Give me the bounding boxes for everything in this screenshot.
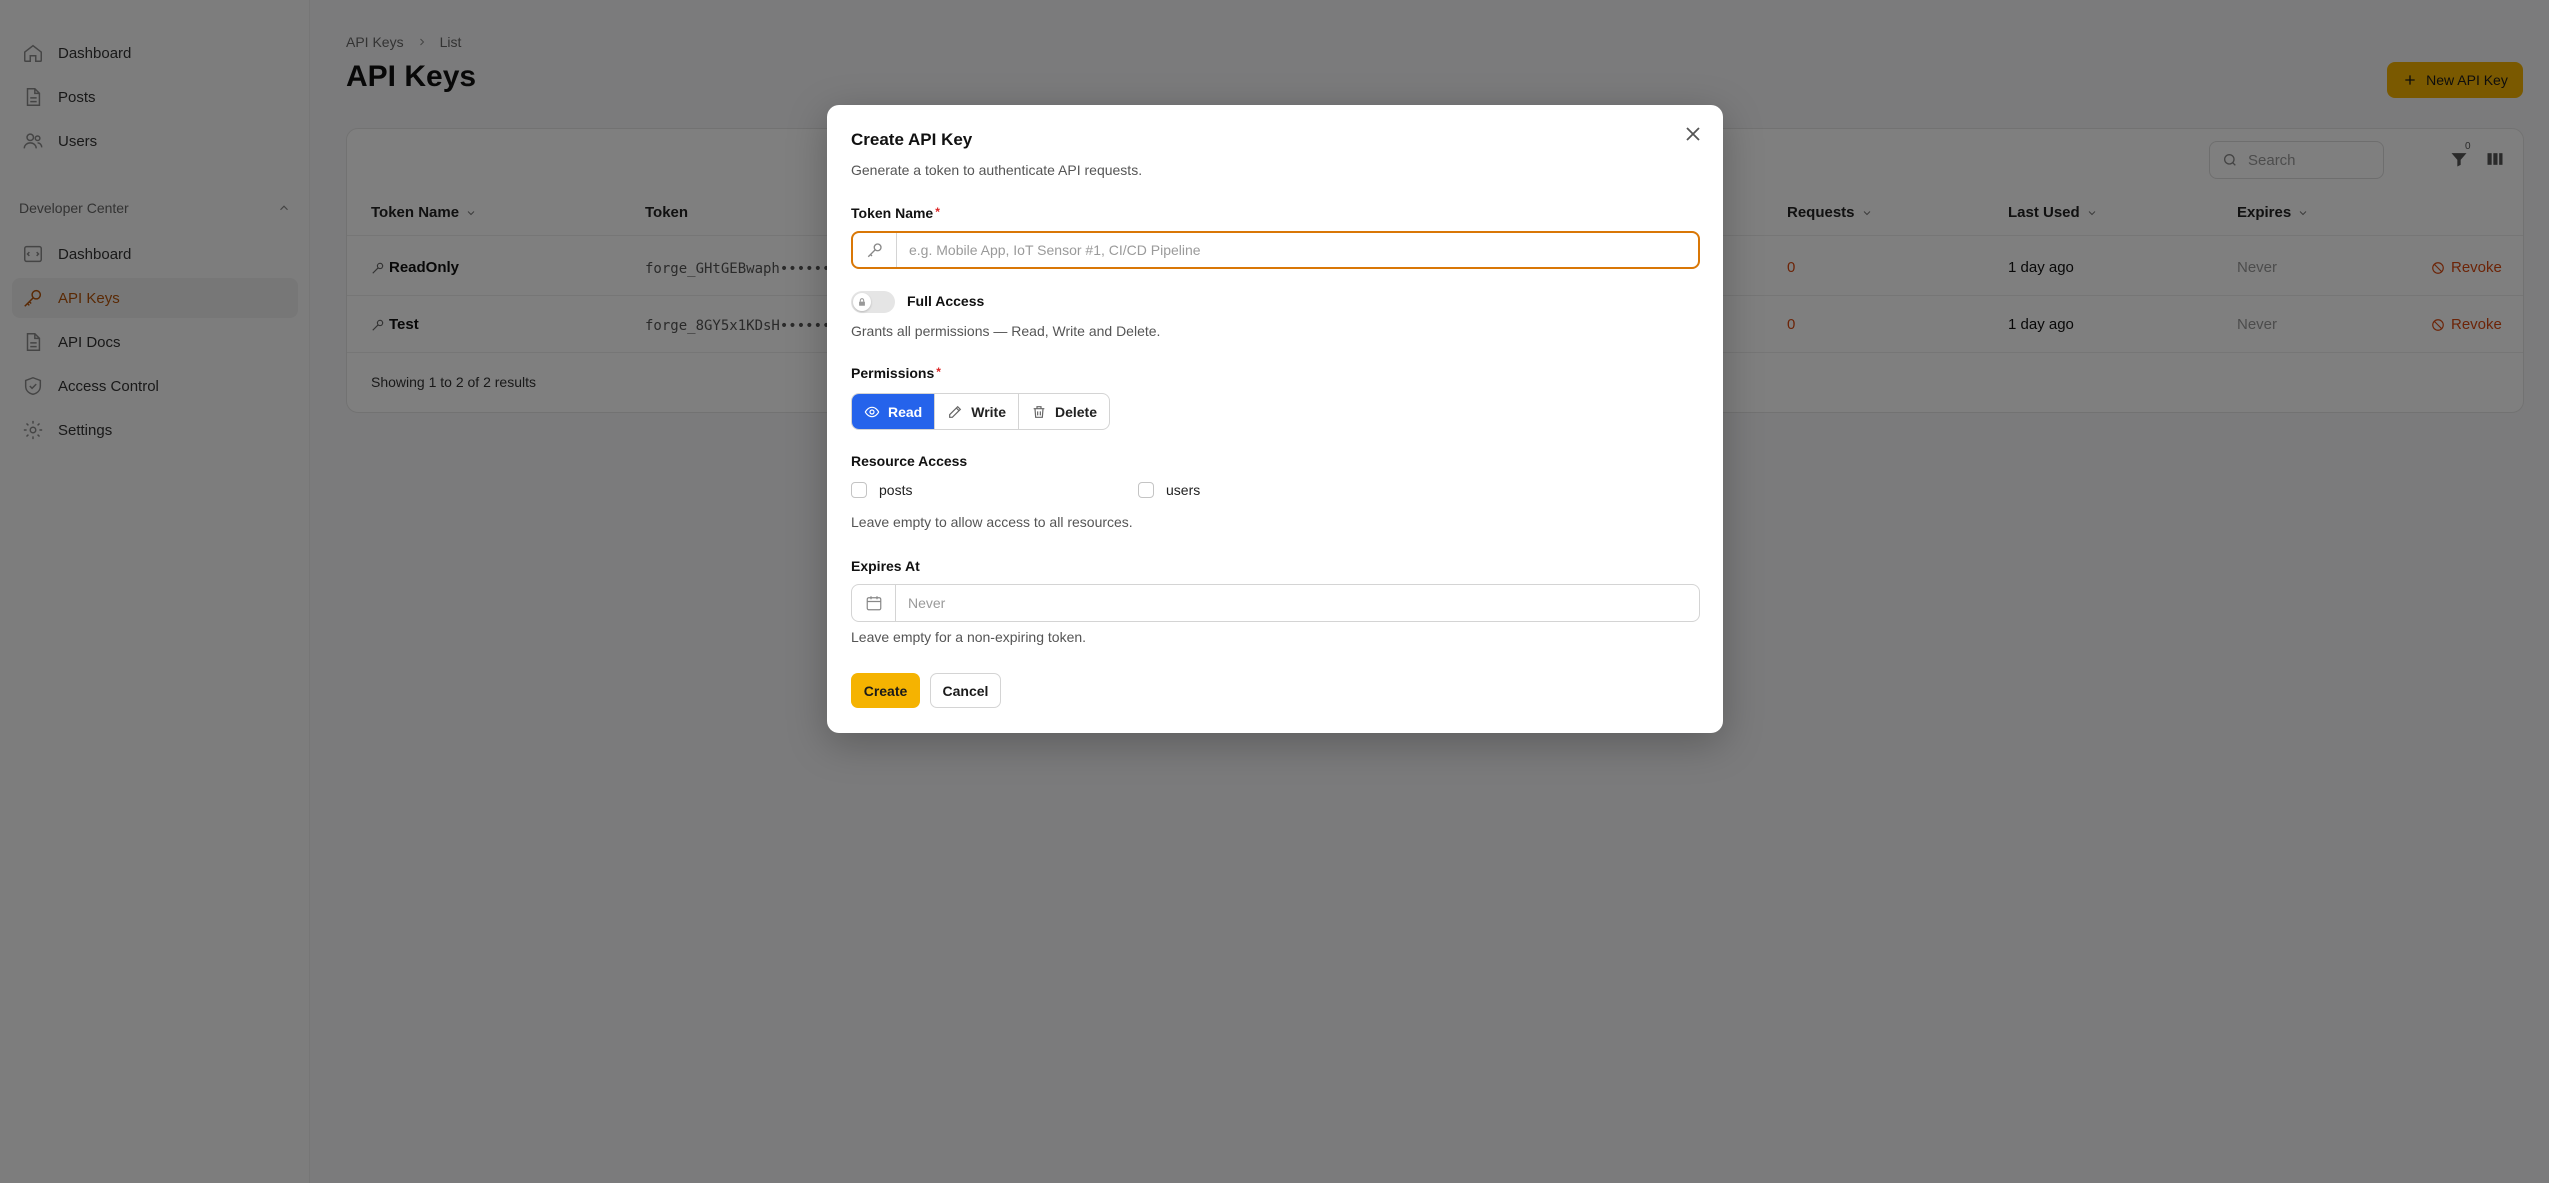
full-access-toggle[interactable]	[851, 291, 895, 313]
create-api-key-dialog: Create API Key Generate a token to authe…	[827, 105, 1723, 733]
expires-at-input[interactable]	[908, 595, 1668, 611]
pencil-icon	[947, 404, 963, 420]
resource-access-hint: Leave empty to allow access to all resou…	[851, 514, 1133, 530]
eye-icon	[864, 404, 880, 420]
full-access-hint: Grants all permissions — Read, Write and…	[851, 323, 1161, 339]
expires-at-label: Expires At	[851, 558, 920, 574]
permission-label: Read	[888, 403, 923, 420]
permissions-label-text: Permissions	[851, 365, 935, 381]
checkbox-label: posts	[879, 482, 913, 498]
permission-label: Delete	[1054, 403, 1098, 420]
create-button[interactable]: Create	[851, 673, 920, 708]
token-name-input[interactable]	[909, 242, 1669, 258]
close-icon	[1681, 122, 1705, 146]
cancel-button[interactable]: Cancel	[930, 673, 1001, 708]
resource-posts-checkbox[interactable]: posts	[851, 482, 912, 498]
token-name-field[interactable]	[851, 231, 1700, 269]
token-name-label-text: Token Name	[851, 205, 934, 221]
checkbox-label: users	[1166, 482, 1201, 498]
calendar-icon	[852, 585, 896, 621]
expires-at-field[interactable]	[851, 584, 1700, 622]
permission-write-button[interactable]: Write	[935, 394, 1019, 429]
key-icon	[853, 233, 897, 267]
required-marker: *	[936, 365, 941, 379]
resource-access-label: Resource Access	[851, 453, 968, 469]
dialog-description: Generate a token to authenticate API req…	[851, 162, 1143, 178]
token-name-label: Token Name *	[851, 205, 940, 221]
permission-read-button[interactable]: Read	[852, 394, 936, 429]
toggle-knob	[853, 293, 871, 311]
trash-icon	[1031, 404, 1047, 420]
expires-at-hint: Leave empty for a non-expiring token.	[851, 629, 1087, 645]
permission-label: Write	[971, 403, 1006, 420]
checkbox-box[interactable]	[1138, 482, 1154, 498]
permissions-segmented-control: Read Write Delete	[851, 393, 1111, 430]
permission-delete-button[interactable]: Delete	[1019, 394, 1109, 429]
dialog-title: Create API Key	[851, 130, 973, 149]
close-button[interactable]	[1681, 122, 1705, 146]
resource-users-checkbox[interactable]: users	[1138, 482, 1200, 498]
lock-icon	[857, 297, 867, 307]
checkbox-box[interactable]	[851, 482, 867, 498]
required-marker: *	[935, 205, 940, 219]
full-access-label: Full Access	[907, 293, 985, 309]
permissions-label: Permissions *	[851, 365, 941, 381]
